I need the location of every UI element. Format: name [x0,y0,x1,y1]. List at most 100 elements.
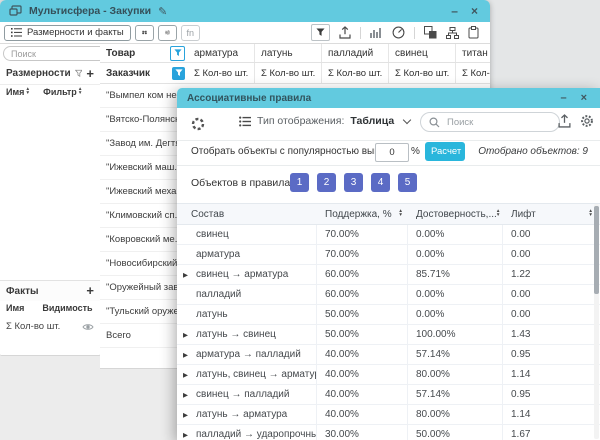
copy-button[interactable] [424,26,437,39]
grid-row-label[interactable]: "Вымпел ком не... [100,84,188,108]
column-header[interactable]: палладий [322,44,389,62]
column-header[interactable]: арматура [188,44,255,62]
rule-row[interactable]: ▶ свинец → арматура 60.00% 85.71% 1.22 [177,265,600,285]
rule-size-button[interactable]: 2 [317,173,336,192]
grid-row-label[interactable]: Всего [100,324,188,348]
expand-arrow-icon[interactable]: ▶ [183,331,188,339]
header-support[interactable]: Поддержка, % ▴▾ [317,209,408,220]
scrollbar-thumb[interactable] [594,206,599,294]
row-dimension-filter-button[interactable] [170,46,185,61]
expand-arrow-icon[interactable]: ▶ [183,371,188,379]
rule-confidence: 0.00% [408,245,503,264]
grid-row-label[interactable]: "Завод им. Дегтя... [100,132,188,156]
column-header[interactable]: латунь [255,44,322,62]
window-title: Мультисфера - Закупки [29,5,151,17]
header-composition[interactable]: Состав [177,209,317,220]
rule-row[interactable]: ▶ арматура 70.00% 0.00% 0.00 [177,245,600,265]
filter-tool-button[interactable] [311,24,330,41]
header-confidence[interactable]: Достоверность,... ▴▾ [408,209,503,220]
dimensions-search-input[interactable] [3,46,107,61]
grid-row-label[interactable]: "Климовский сп... [100,204,188,228]
sort-icon[interactable]: ▴▾ [26,88,29,95]
sort-icon[interactable]: ▴▾ [79,88,82,95]
sort-icon[interactable]: ▴▾ [399,210,402,217]
sort-icon[interactable]: ▴▾ [589,210,592,217]
rule-row[interactable]: ▶ арматура → палладий 40.00% 57.14% 0.95 [177,345,600,365]
rule-lift: 1.14 [503,405,600,424]
percent-sign: % [411,146,420,157]
dialog-settings-button[interactable] [580,114,594,128]
visibility-eye-icon[interactable] [82,323,94,331]
edit-title-icon[interactable]: ✎ [158,5,167,18]
search-binoculars-button[interactable] [135,25,154,41]
fact-row[interactable]: Σ Кол-во шт. [0,317,100,336]
fn-button[interactable]: fn [181,25,200,41]
facts-title: Факты [6,286,39,297]
hierarchy-button[interactable] [446,27,459,39]
rule-row[interactable]: ▶ латунь 50.00% 0.00% 0.00 [177,305,600,325]
row-dimension-header[interactable]: Товар [100,44,188,63]
facts-name-header: Имя [6,303,24,313]
measure-header[interactable]: Σ Кол-во шт. [456,63,490,83]
column-header[interactable]: свинец [389,44,456,62]
measure-header[interactable]: Σ Кол-во шт. [389,63,456,83]
dialog-minimize-button[interactable]: – [557,92,569,104]
rule-size-button[interactable]: 3 [344,173,363,192]
expand-arrow-icon[interactable]: ▶ [183,351,188,359]
sort-icon[interactable]: ▴▾ [497,210,500,217]
rule-support: 40.00% [317,385,408,404]
grid-row-label[interactable]: "Вятско-Полянск... [100,108,188,132]
dimensions-facts-button[interactable]: Размерности и факты [4,25,131,41]
grid-row-label[interactable]: "Оружейный зав... [100,276,188,300]
rule-row[interactable]: ▶ латунь → свинец 50.00% 100.00% 1.43 [177,325,600,345]
settings-sliders-button[interactable] [158,25,177,41]
expand-arrow-icon[interactable]: ▶ [183,391,188,399]
paste-button[interactable] [468,26,479,39]
grid-row-label[interactable]: "Ижевский маш... [100,156,188,180]
export-button[interactable] [339,26,351,39]
gauge-button[interactable] [392,26,405,39]
rule-row[interactable]: ▶ свинец 70.00% 0.00% 0.00 [177,225,600,245]
rule-row[interactable]: ▶ латунь, свинец → арматура 40.00% 80.00… [177,365,600,385]
measure-header[interactable]: Σ Кол-во шт. [255,63,322,83]
expand-arrow-icon[interactable]: ▶ [183,271,188,279]
col-dimension-filter-button[interactable] [172,67,185,80]
grid-row-label[interactable]: "Ковровский ме... [100,228,188,252]
dialog-export-button[interactable] [558,114,571,128]
calculate-button[interactable]: Расчет [425,142,465,161]
rule-row[interactable]: ▶ латунь → арматура 40.00% 80.00% 1.14 [177,405,600,425]
add-fact-button[interactable]: + [86,285,94,297]
grid-row-label[interactable]: "Ижевский меха... [100,180,188,204]
rule-size-button[interactable]: 4 [371,173,390,192]
expand-arrow-icon[interactable]: ▶ [183,431,188,439]
grid-row-label[interactable]: "Тульский оруже... [100,300,188,324]
add-dimension-button[interactable]: + [86,68,94,80]
dialog-search-input[interactable] [445,116,534,129]
grid-row-label[interactable]: "Новосибирский... [100,252,188,276]
rule-support: 70.00% [317,225,408,244]
measure-header[interactable]: Σ Кол-во шт. [188,63,255,83]
minimize-button[interactable]: – [448,5,461,17]
popularity-input[interactable] [375,143,409,162]
display-type-selector[interactable]: Тип отображения: Таблица [239,115,410,127]
chart-button[interactable] [370,27,383,38]
column-header[interactable]: титан [456,44,490,62]
header-lift[interactable]: Лифт ▴▾ [503,209,600,220]
expand-arrow-icon[interactable]: ▶ [183,411,188,419]
rule-row[interactable]: ▶ палладий → ударопрочный п... 30.00% 50… [177,425,600,440]
rule-support: 50.00% [317,305,408,324]
close-button[interactable]: × [468,5,481,17]
measure-header[interactable]: Σ Кол-во шт. [322,63,389,83]
col-dimension-header[interactable]: Заказчик [100,63,188,84]
dialog-search-box[interactable] [420,112,560,132]
rule-size-button[interactable]: 1 [290,173,309,192]
refresh-spinner-icon[interactable] [191,117,205,131]
dialog-scrollbar[interactable] [594,204,599,439]
rule-size-button[interactable]: 5 [398,173,417,192]
rule-row[interactable]: ▶ свинец → палладий 40.00% 57.14% 0.95 [177,385,600,405]
rule-lift: 1.43 [503,325,600,344]
filter-funnel-icon[interactable] [75,69,83,78]
rule-row[interactable]: ▶ палладий 60.00% 0.00% 0.00 [177,285,600,305]
dialog-close-button[interactable]: × [578,92,590,104]
main-toolbar: Размерности и факты fn [0,22,490,44]
